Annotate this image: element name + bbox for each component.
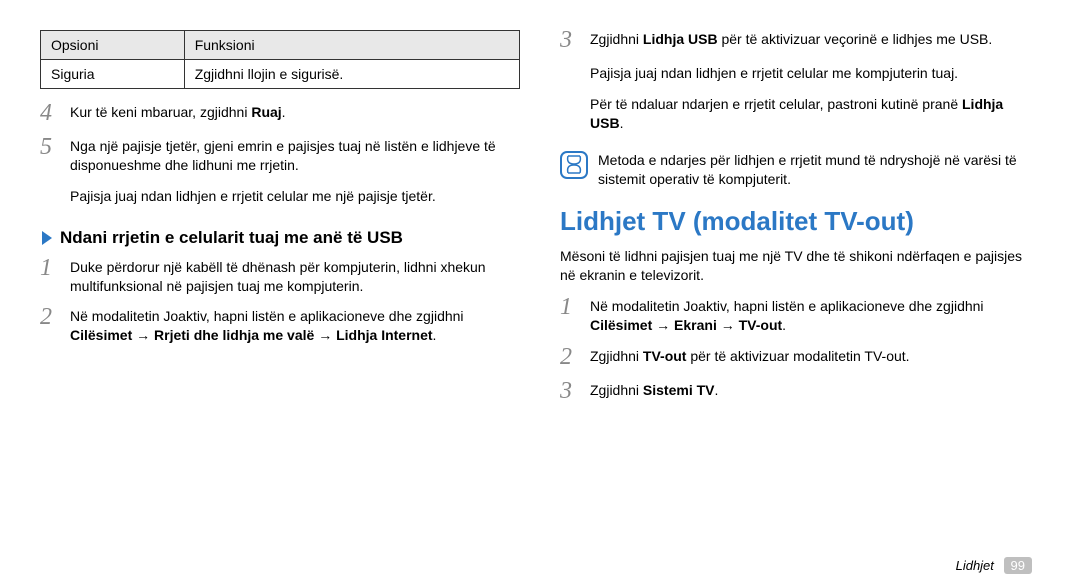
options-table: Opsioni Funksioni Siguria Zgjidhni lloji…: [40, 30, 520, 89]
note-box: Metoda e ndarjes për lidhjen e rrjetit m…: [560, 151, 1040, 189]
th-option: Opsioni: [41, 31, 185, 60]
r3-p2-tail: .: [620, 115, 624, 131]
usb-step-1: 1 Duke përdorur një kabëll të dhënash pë…: [40, 258, 520, 296]
r3-p2-text: Për të ndaluar ndarjen e rrjetit celular…: [590, 96, 962, 112]
right-column: 3 Zgjidhni Lidhja USB për të aktivizuar …: [560, 30, 1040, 570]
note-text: Metoda e ndarjes për lidhjen e rrjetit m…: [598, 151, 1040, 189]
tv2-tail: për të aktivizuar modalitetin TV-out.: [686, 348, 909, 364]
step-number: 5: [40, 135, 62, 175]
tv-step-2: 2 Zgjidhni TV-out për të aktivizuar moda…: [560, 347, 1040, 369]
step-4-tail: .: [282, 104, 286, 120]
left-column: Opsioni Funksioni Siguria Zgjidhni lloji…: [40, 30, 520, 570]
chevron-right-icon: [40, 230, 54, 246]
tv1-text: Në modalitetin Joaktiv, hapni listën e a…: [590, 298, 984, 314]
tv1-bold: Cilësimet → Ekrani → TV-out: [590, 317, 782, 333]
tv1-tail: .: [782, 317, 786, 333]
r3-tail: për të aktivizuar veçorinë e lidhjes me …: [718, 31, 993, 47]
note-icon: [560, 151, 588, 189]
table-row: Siguria Zgjidhni llojin e sigurisë.: [41, 60, 520, 89]
step-5: 5 Nga një pajisje tjetër, gjeni emrin e …: [40, 137, 520, 175]
page-footer: Lidhjet 99: [956, 557, 1032, 574]
subheading-text: Ndani rrjetin e celularit tuaj me anë të…: [60, 228, 403, 248]
step-number: 4: [40, 101, 62, 125]
usb-step-2-text: Në modalitetin Joaktiv, hapni listën e a…: [70, 308, 464, 324]
usb-step-2-bold: Cilësimet → Rrjeti dhe lidhja me valë → …: [70, 327, 433, 343]
tv3-bold: Sistemi TV: [643, 382, 715, 398]
step-number: 1: [560, 295, 582, 335]
tv2-text: Zgjidhni: [590, 348, 643, 364]
step-number: 3: [560, 379, 582, 403]
tv3-text: Zgjidhni: [590, 382, 643, 398]
tv2-bold: TV-out: [643, 348, 687, 364]
usb-step-1-text: Duke përdorur një kabëll të dhënash për …: [70, 258, 520, 296]
footer-label: Lidhjet: [956, 558, 994, 573]
step-number: 2: [560, 345, 582, 369]
subheading-usb: Ndani rrjetin e celularit tuaj me anë të…: [40, 228, 520, 248]
r3-text: Zgjidhni: [590, 31, 643, 47]
tv-step-3: 3 Zgjidhni Sistemi TV.: [560, 381, 1040, 403]
td-option: Siguria: [41, 60, 185, 89]
step-4: 4 Kur të keni mbaruar, zgjidhni Ruaj.: [40, 103, 520, 125]
step-number: 1: [40, 256, 62, 296]
step-number: 2: [40, 305, 62, 345]
r3-para-1: Pajisja juaj ndan lidhjen e rrjetit celu…: [590, 64, 1040, 83]
step-5-note: Pajisja juaj ndan lidhjen e rrjetit celu…: [70, 187, 520, 206]
step-4-text: Kur të keni mbaruar, zgjidhni: [70, 104, 251, 120]
section-intro: Mësoni të lidhni pajisjen tuaj me një TV…: [560, 247, 1040, 285]
step-5-text: Nga një pajisje tjetër, gjeni emrin e pa…: [70, 137, 520, 175]
tv-step-1: 1 Në modalitetin Joaktiv, hapni listën e…: [560, 297, 1040, 335]
td-function: Zgjidhni llojin e sigurisë.: [184, 60, 519, 89]
right-step-3: 3 Zgjidhni Lidhja USB për të aktivizuar …: [560, 30, 1040, 52]
step-4-bold: Ruaj: [251, 104, 281, 120]
r3-para-2: Për të ndaluar ndarjen e rrjetit celular…: [590, 95, 1040, 133]
usb-step-2-tail: .: [433, 327, 437, 343]
usb-step-2: 2 Në modalitetin Joaktiv, hapni listën e…: [40, 307, 520, 345]
tv3-tail: .: [715, 382, 719, 398]
th-function: Funksioni: [184, 31, 519, 60]
section-title: Lidhjet TV (modalitet TV-out): [560, 206, 1040, 237]
step-number: 3: [560, 28, 582, 52]
page-number: 99: [1004, 557, 1032, 574]
r3-bold: Lidhja USB: [643, 31, 718, 47]
